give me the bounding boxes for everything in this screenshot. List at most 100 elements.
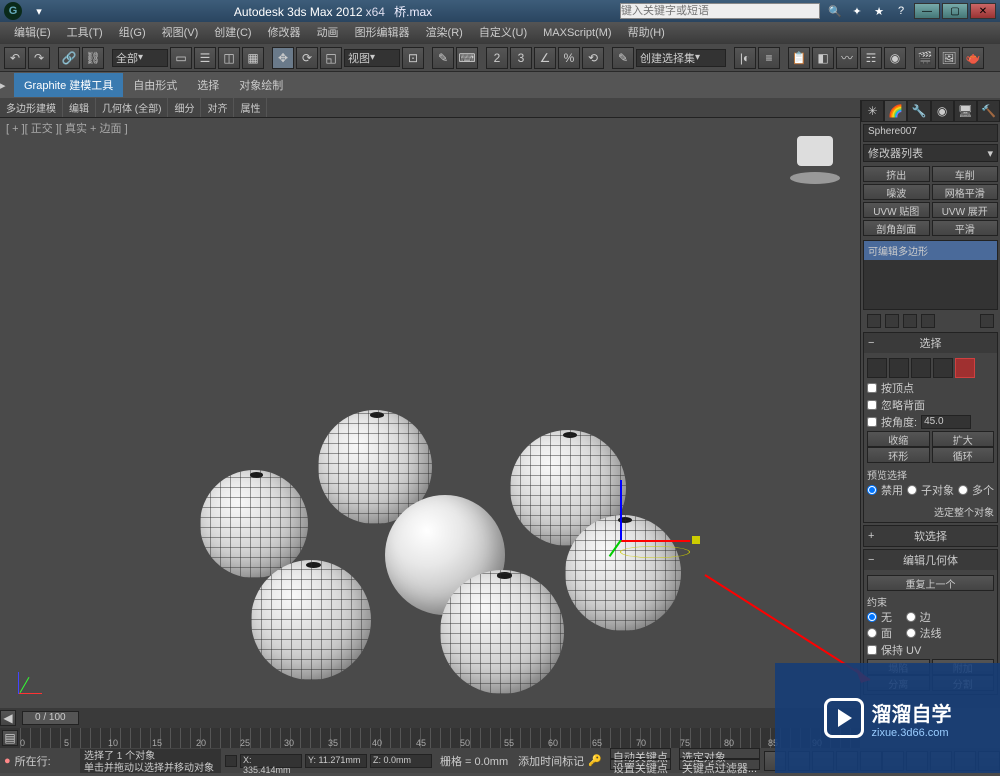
configure-sets-button[interactable] (980, 314, 994, 328)
select-move-button[interactable]: ✥ (272, 47, 294, 69)
ribbon-sub-props[interactable]: 属性 (234, 98, 267, 117)
ribbon-tab-modeling[interactable]: Graphite 建模工具 (14, 73, 123, 97)
select-scale-button[interactable]: ◱ (320, 47, 342, 69)
ribbon-expand-icon[interactable]: ▸ (0, 79, 14, 92)
script-listener-icon[interactable]: ● (4, 755, 11, 767)
app-menu-arrow[interactable]: ▾ (30, 3, 48, 19)
app-logo[interactable]: G (4, 2, 22, 20)
pin-stack-button[interactable] (867, 314, 881, 328)
percent-snap-button[interactable]: % (558, 47, 580, 69)
edit-named-sel-button[interactable]: ✎ (612, 47, 634, 69)
subscription-icon[interactable]: ✦ (848, 3, 866, 19)
track-bar[interactable]: ▤ 0510 152025 303540 455055 606570 75808… (0, 728, 860, 748)
ref-coord-dropdown[interactable]: 视图 ▾ (344, 49, 400, 67)
select-region-button[interactable]: ◫ (218, 47, 240, 69)
redo-button[interactable]: ↷ (28, 47, 50, 69)
menu-group[interactable]: 组(G) (111, 23, 154, 43)
spinner-snap-button[interactable]: ⟲ (582, 47, 604, 69)
viewcube[interactable] (790, 130, 840, 186)
modifier-stack[interactable]: 可编辑多边形 (863, 240, 998, 310)
make-unique-button[interactable] (903, 314, 917, 328)
rollout-header-soft[interactable]: +软选择 (864, 526, 997, 546)
ribbon-tab-freeform[interactable]: 自由形式 (123, 73, 187, 97)
z-coord-field[interactable]: Z: 0.0mm (370, 754, 432, 768)
motion-tab[interactable]: ◉ (931, 100, 954, 122)
menu-render[interactable]: 渲染(R) (418, 23, 471, 43)
constraint-edge-radio[interactable] (906, 612, 916, 622)
render-frame-button[interactable]: 🖼 (938, 47, 960, 69)
menu-animation[interactable]: 动画 (309, 23, 347, 43)
menu-views[interactable]: 视图(V) (154, 23, 207, 43)
menu-graph[interactable]: 图形编辑器 (347, 23, 418, 43)
favorites-icon[interactable]: ★ (870, 3, 888, 19)
grow-button[interactable]: 扩大 (932, 431, 995, 447)
menu-create[interactable]: 创建(C) (206, 23, 259, 43)
mod-uvwmap-button[interactable]: UVW 贴图 (863, 202, 930, 218)
viewport[interactable]: [ + ][ 正交 ][ 真实 + 边面 ] (0, 120, 860, 708)
named-selection-dropdown[interactable]: 创建选择集 ▾ (636, 49, 726, 67)
mod-noise-button[interactable]: 噪波 (863, 184, 930, 200)
unlink-button[interactable]: ⛓ (82, 47, 104, 69)
menu-customize[interactable]: 自定义(U) (471, 23, 535, 43)
menu-edit[interactable]: 编辑(E) (6, 23, 59, 43)
time-config-icon[interactable]: ◀ (0, 710, 16, 726)
curve-editor-button[interactable]: 〰 (836, 47, 858, 69)
key-filters-button[interactable]: 关键点过滤器... (679, 759, 760, 770)
add-time-tag[interactable]: 添加时间标记 (518, 753, 584, 769)
create-tab[interactable]: ✳ (861, 100, 884, 122)
remove-modifier-button[interactable] (921, 314, 935, 328)
autokey-button[interactable]: 自动关键点 (610, 748, 671, 759)
modifier-list-dropdown[interactable]: 修改器列表▾ (863, 144, 998, 162)
snap-2d-button[interactable]: 2 (486, 47, 508, 69)
preview-multi-radio[interactable] (958, 485, 968, 495)
mod-smooth-button[interactable]: 平滑 (932, 220, 999, 236)
rollout-header-selection[interactable]: −选择 (864, 333, 997, 353)
snap-3d-button[interactable]: 3 (510, 47, 532, 69)
scene-sphere[interactable] (200, 470, 308, 578)
search-icon[interactable]: 🔍 (826, 3, 844, 19)
preview-subobj-radio[interactable] (907, 485, 917, 495)
time-slider-thumb[interactable]: 0 / 100 (22, 711, 79, 725)
undo-button[interactable]: ↶ (4, 47, 26, 69)
minimize-button[interactable]: — (914, 3, 940, 19)
scene-sphere-selected[interactable] (565, 515, 681, 631)
object-name-field[interactable]: Sphere007 (863, 124, 998, 142)
by-vertex-checkbox[interactable] (867, 383, 877, 393)
maximize-button[interactable]: ▢ (942, 3, 968, 19)
vertex-level-button[interactable] (867, 358, 887, 378)
constraint-none-radio[interactable] (867, 612, 877, 622)
select-rotate-button[interactable]: ⟳ (296, 47, 318, 69)
menu-tools[interactable]: 工具(T) (59, 23, 111, 43)
constraint-normal-radio[interactable] (906, 628, 916, 638)
mod-extrude-button[interactable]: 挤出 (863, 166, 930, 182)
material-editor-button[interactable]: ◉ (884, 47, 906, 69)
render-setup-button[interactable]: 🎬 (914, 47, 936, 69)
ribbon-sub-subdiv[interactable]: 细分 (168, 98, 201, 117)
transform-gizmo[interactable] (620, 540, 690, 564)
polygon-level-button[interactable] (933, 358, 953, 378)
scene-sphere[interactable] (440, 570, 564, 694)
help-search-input[interactable] (620, 3, 820, 19)
key-icon[interactable]: 🔑 (588, 754, 602, 767)
ribbon-sub-align[interactable]: 对齐 (201, 98, 234, 117)
menu-maxscript[interactable]: MAXScript(M) (535, 23, 619, 43)
menu-help[interactable]: 帮助(H) (620, 23, 673, 43)
rollout-header-editgeo[interactable]: −编辑几何体 (864, 550, 997, 570)
time-slider[interactable]: ◀ 0 / 100 (0, 708, 860, 728)
select-by-name-button[interactable]: ☰ (194, 47, 216, 69)
manipulate-button[interactable]: ✎ (432, 47, 454, 69)
ribbon-sub-geometry[interactable]: 几何体 (全部) (96, 98, 168, 117)
selection-filter-dropdown[interactable]: 全部 ▾ (112, 49, 168, 67)
scene-sphere[interactable] (251, 560, 371, 680)
select-object-button[interactable]: ▭ (170, 47, 192, 69)
mod-unwrap-button[interactable]: UVW 展开 (932, 202, 999, 218)
constraint-face-radio[interactable] (867, 628, 877, 638)
display-tab[interactable]: 🖥 (954, 100, 977, 122)
repeat-last-button[interactable]: 重复上一个 (867, 575, 994, 591)
stack-item-editable-poly[interactable]: 可编辑多边形 (864, 241, 997, 260)
mod-lathe-button[interactable]: 车削 (932, 166, 999, 182)
element-level-button[interactable] (955, 358, 975, 378)
setkey-button[interactable]: 设置关键点 (610, 759, 671, 770)
mirror-button[interactable]: |◐ (734, 47, 756, 69)
angle-spinner[interactable]: 45.0 (921, 415, 971, 429)
